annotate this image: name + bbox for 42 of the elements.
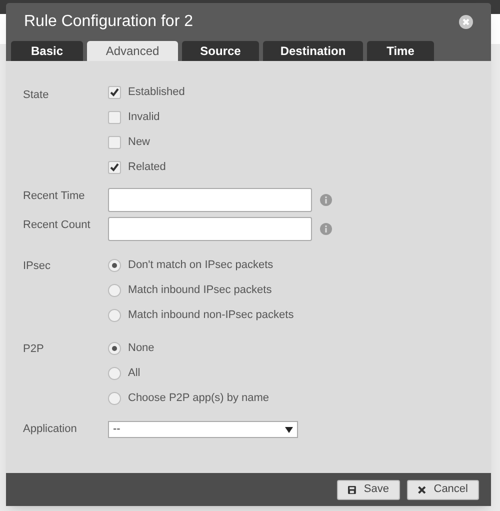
option-label: Don't match on IPsec packets: [128, 258, 274, 274]
info-icon[interactable]: [320, 223, 332, 235]
field-label: P2P: [23, 343, 44, 355]
option-label: Established: [128, 85, 185, 100]
close-icon: [418, 484, 426, 494]
radio-button[interactable]: [108, 284, 121, 297]
tab[interactable]: Destination: [263, 41, 363, 61]
option-label: None: [128, 341, 154, 356]
option-label: All: [128, 366, 140, 382]
field-label: IPsec: [23, 260, 51, 272]
caret-icon: [285, 426, 293, 432]
tab[interactable]: Time: [367, 41, 434, 61]
cancel-button[interactable]: Cancel: [407, 480, 479, 500]
dialog-title: Rule Configuration for 2: [24, 12, 193, 32]
field-label: State: [23, 89, 49, 101]
radio-button[interactable]: [108, 259, 121, 272]
checkbox[interactable]: [108, 136, 121, 149]
option-label: Match inbound non-IPsec packets: [128, 308, 294, 324]
field-label: Recent Count: [23, 219, 90, 231]
option-label: New: [128, 135, 150, 150]
close-icon[interactable]: [459, 15, 473, 29]
field-label: Recent Time: [23, 190, 85, 202]
checkbox[interactable]: [108, 86, 121, 99]
radio-button[interactable]: [108, 392, 121, 405]
option-label: Match inbound IPsec packets: [128, 283, 272, 298]
option-label: Related: [128, 160, 166, 176]
option-label: Choose P2P app(s) by name: [128, 391, 270, 406]
checkbox[interactable]: [108, 111, 121, 124]
checkbox[interactable]: [108, 161, 121, 174]
info-icon[interactable]: [320, 194, 332, 206]
field-label: Application: [23, 423, 77, 436]
radio-button[interactable]: [108, 342, 121, 355]
input-field[interactable]: [108, 217, 312, 241]
input-field[interactable]: [108, 188, 312, 212]
tab[interactable]: Basic: [11, 41, 83, 61]
tab[interactable]: Advanced: [87, 41, 178, 61]
radio-button[interactable]: [108, 367, 121, 380]
tab[interactable]: Source: [182, 41, 259, 61]
radio-button[interactable]: [108, 309, 121, 322]
dropdown[interactable]: --: [108, 421, 298, 438]
save-button[interactable]: Save: [337, 480, 400, 500]
option-label: Invalid: [128, 110, 160, 126]
